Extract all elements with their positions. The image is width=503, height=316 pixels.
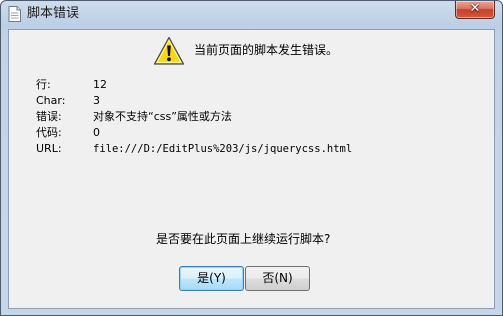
continue-question: 是否要在此页面上继续运行脚本? bbox=[156, 232, 331, 246]
title-bar[interactable]: 脚本错误 ✕ bbox=[1, 1, 502, 29]
detail-line-label: 行: bbox=[36, 78, 51, 91]
document-icon bbox=[8, 6, 21, 22]
close-icon: ✕ bbox=[469, 1, 481, 16]
detail-char-label: Char: bbox=[36, 94, 66, 107]
script-error-dialog: 脚本错误 ✕ 当前页面的脚本发生错误。 行: 12 Char: 3 错误: 对象… bbox=[0, 0, 503, 316]
detail-char-value: 3 bbox=[93, 94, 100, 107]
no-button[interactable]: 否(N) bbox=[245, 266, 310, 291]
detail-error-label: 错误: bbox=[36, 110, 62, 123]
detail-code-label: 代码: bbox=[36, 126, 62, 139]
window-title: 脚本错误 bbox=[27, 6, 80, 21]
close-button[interactable]: ✕ bbox=[455, 1, 495, 19]
detail-code-value: 0 bbox=[93, 126, 100, 139]
yes-button[interactable]: 是(Y) bbox=[179, 266, 244, 291]
detail-line-value: 12 bbox=[93, 78, 107, 91]
dialog-body: 当前页面的脚本发生错误。 行: 12 Char: 3 错误: 对象不支持“css… bbox=[8, 29, 495, 309]
detail-url-label: URL: bbox=[36, 142, 62, 155]
error-message: 当前页面的脚本发生错误。 bbox=[194, 43, 339, 57]
detail-error-value: 对象不支持“css”属性或方法 bbox=[93, 110, 232, 123]
warning-icon bbox=[153, 36, 185, 66]
detail-url-value: file:///D:/EditPlus%203/js/jquerycss.htm… bbox=[93, 143, 353, 155]
